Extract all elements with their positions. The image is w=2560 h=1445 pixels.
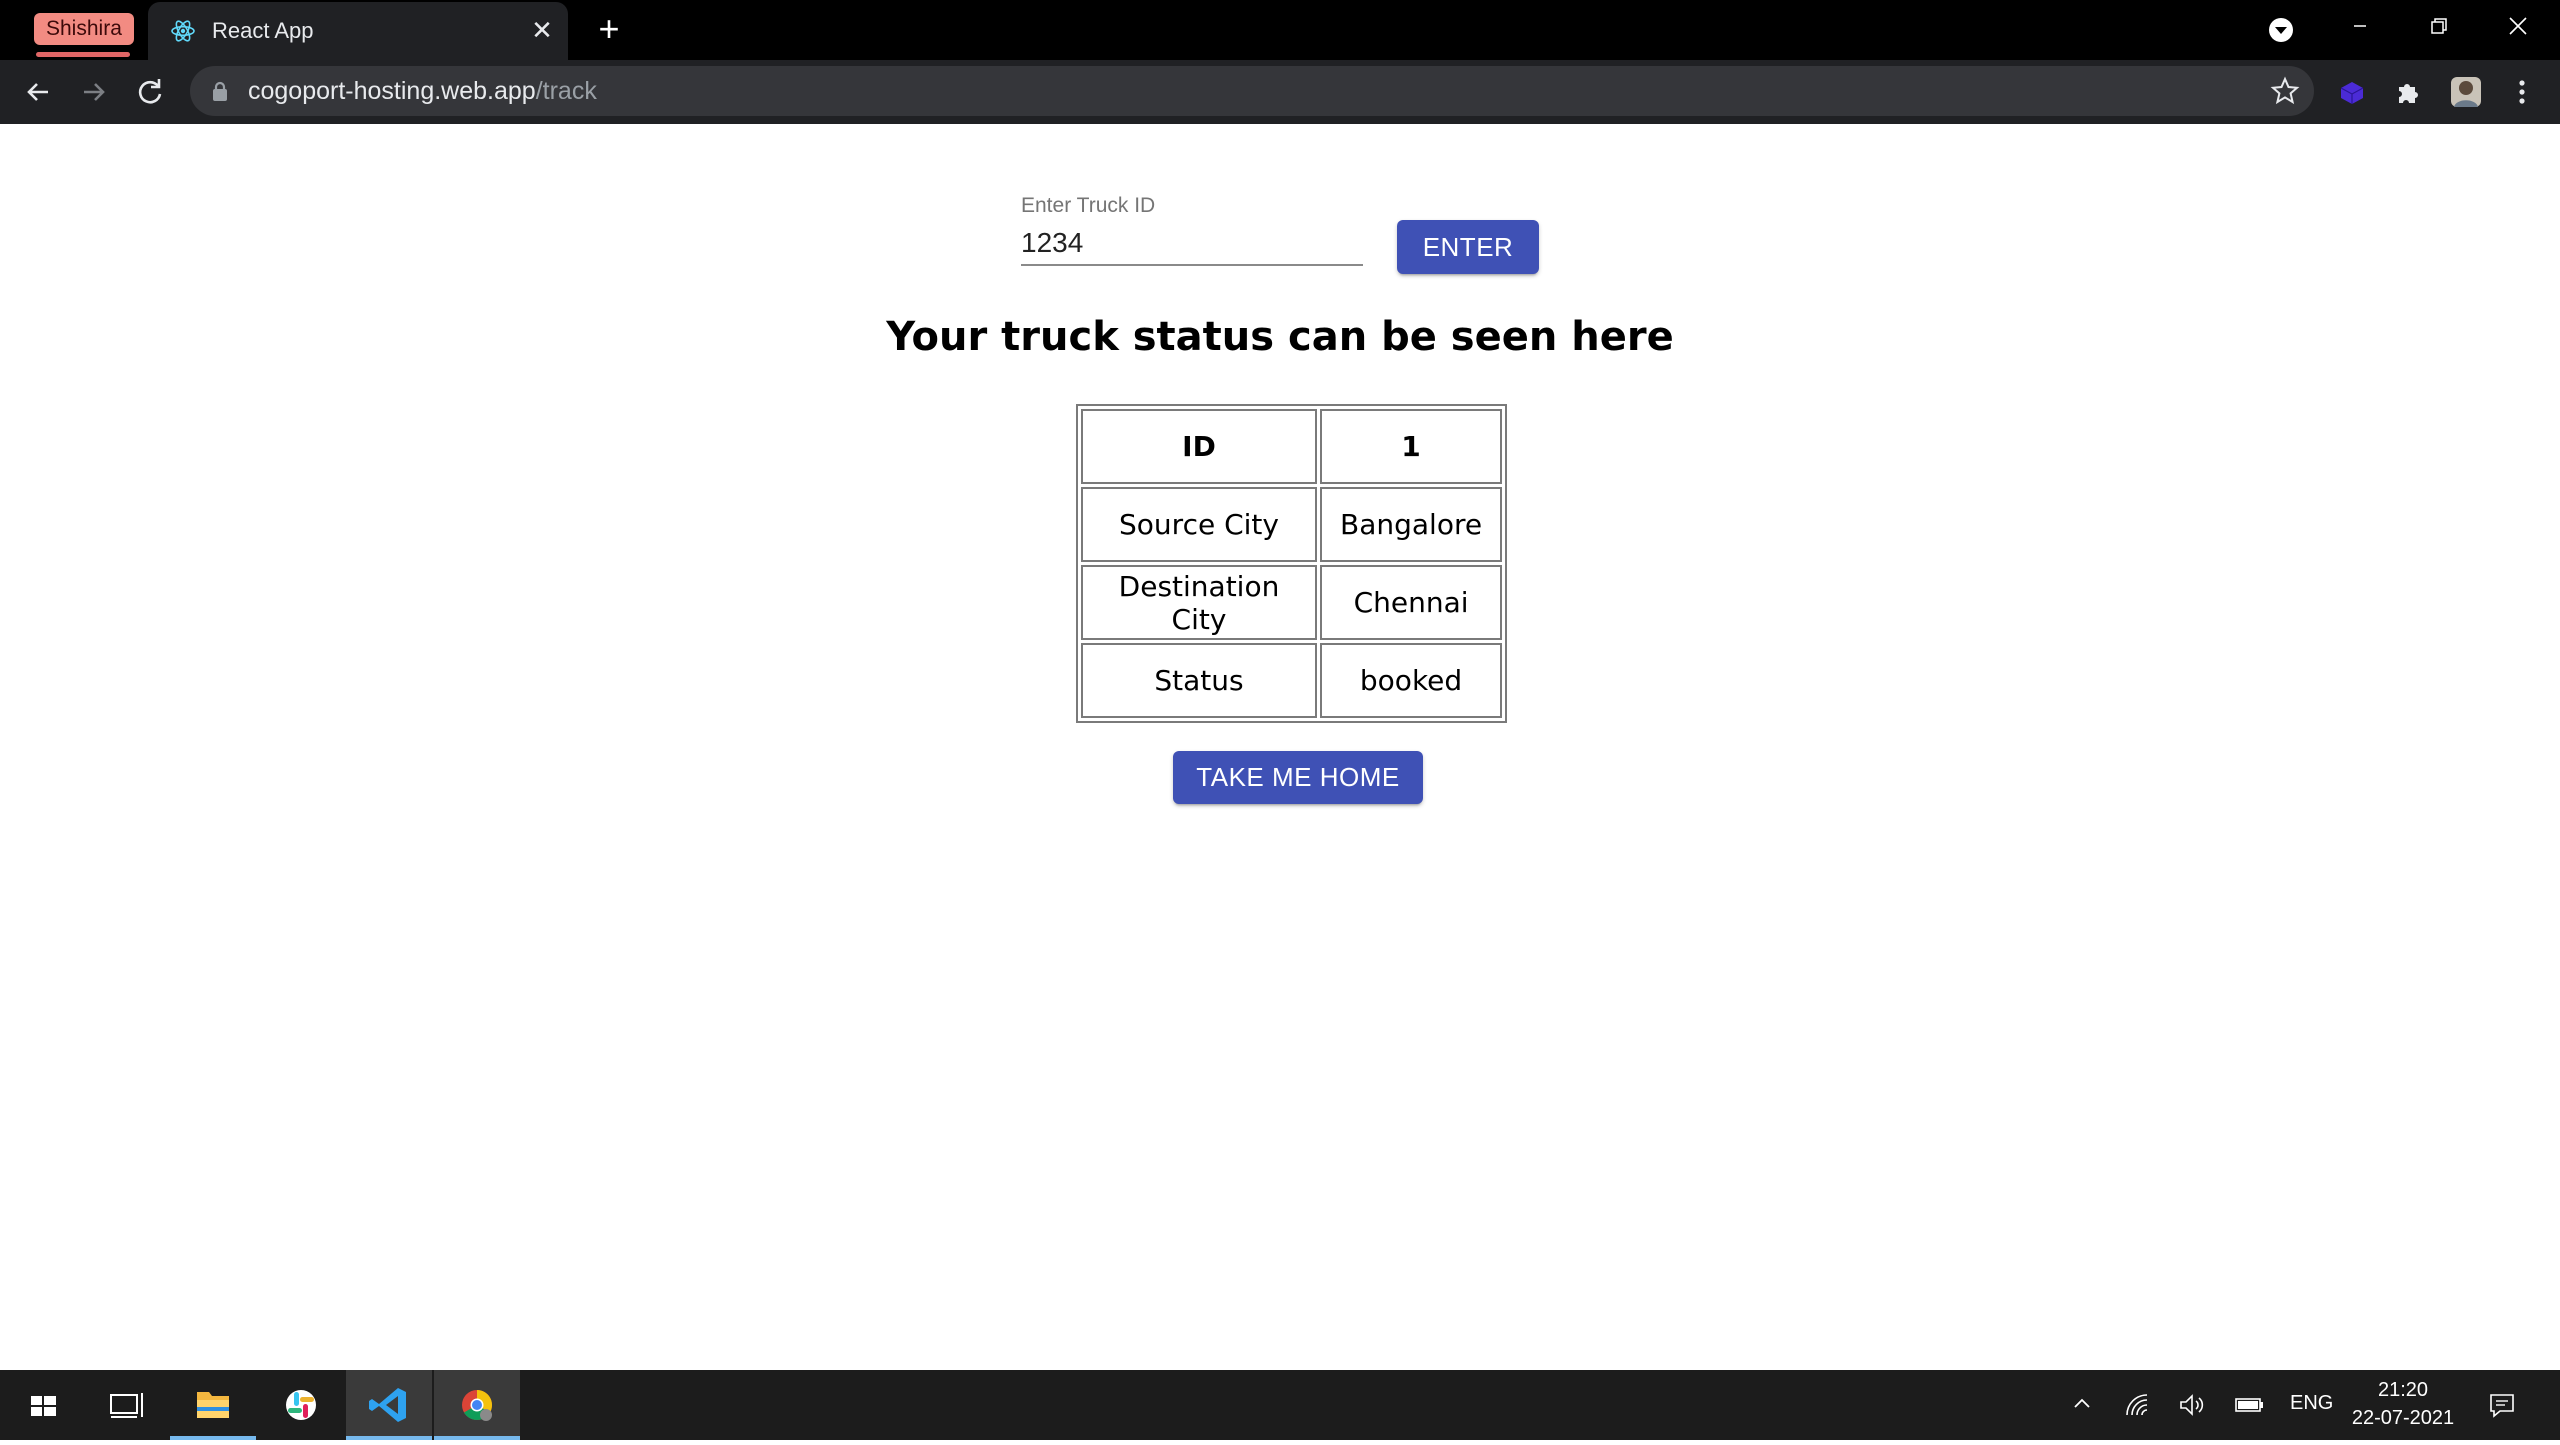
truck-status-table: ID 1 Source City Bangalore Destination C…: [1076, 404, 1508, 723]
truck-id-input[interactable]: [1021, 222, 1363, 266]
table-row: ID 1: [1081, 409, 1503, 484]
truck-id-label: Enter Truck ID: [1021, 194, 1156, 217]
minimize-icon[interactable]: [2330, 6, 2390, 46]
show-hidden-icons-chevron-icon[interactable]: [2070, 1392, 2094, 1416]
url-text[interactable]: cogoport-hosting.web.app/track: [248, 77, 597, 106]
page-content: Enter Truck ID ENTER Your truck status c…: [0, 124, 2560, 1370]
url-path: /track: [535, 77, 597, 105]
clock-date: 22-07-2021: [2351, 1407, 2455, 1429]
volume-icon[interactable]: [2178, 1392, 2206, 1418]
vscode-icon: [369, 1388, 406, 1422]
react-logo-icon: [171, 20, 195, 42]
table-row: Destination City Chennai: [1081, 565, 1503, 640]
url-host: cogoport-hosting.web.app: [248, 77, 536, 105]
clock-time: 21:20: [2377, 1379, 2429, 1401]
browser-titlebar: Shishira React App ✕ +: [0, 0, 2560, 60]
lock-icon[interactable]: [210, 80, 230, 102]
table-row: Source City Bangalore: [1081, 487, 1503, 562]
chrome-icon: [462, 1390, 493, 1421]
running-indicator: [434, 1436, 520, 1440]
tab-title: React App: [212, 18, 314, 43]
notifications-icon[interactable]: [2488, 1392, 2516, 1418]
windows-start-icon[interactable]: [0, 1370, 86, 1440]
profile-chip-underline: [36, 52, 130, 57]
slack-icon[interactable]: [258, 1370, 344, 1440]
tab-close-icon[interactable]: ✕: [526, 14, 558, 46]
chrome-taskbar-button[interactable]: [434, 1370, 520, 1440]
new-tab-button[interactable]: +: [590, 10, 628, 48]
task-view-icon[interactable]: [82, 1370, 168, 1440]
table-cell-field: Destination City: [1081, 565, 1317, 640]
tab-search-icon[interactable]: [2266, 15, 2296, 45]
battery-icon[interactable]: [2234, 1392, 2264, 1418]
table-cell-value: Bangalore: [1320, 487, 1503, 562]
file-explorer-icon: [197, 1392, 229, 1418]
profile-chip[interactable]: Shishira: [34, 13, 134, 45]
running-indicator: [170, 1436, 256, 1440]
table-cell-field: Status: [1081, 643, 1317, 718]
extensions-puzzle-icon[interactable]: [2390, 74, 2426, 110]
table-cell-value: 1: [1320, 409, 1503, 484]
table-row: Status booked: [1081, 643, 1503, 718]
table-cell-value: booked: [1320, 643, 1503, 718]
back-arrow-icon[interactable]: [20, 74, 56, 110]
restore-icon[interactable]: [2408, 6, 2468, 46]
file-explorer-taskbar-button[interactable]: [170, 1370, 256, 1440]
vscode-taskbar-button[interactable]: [346, 1370, 432, 1440]
taskbar-clock[interactable]: 21:20 22-07-2021: [2348, 1376, 2458, 1432]
bookmark-star-icon[interactable]: [2270, 76, 2300, 106]
address-bar[interactable]: cogoport-hosting.web.app/track: [190, 66, 2314, 116]
extension-cube-icon[interactable]: [2334, 74, 2370, 110]
browser-toolbar: cogoport-hosting.web.app/track: [0, 60, 2560, 124]
profile-avatar-icon[interactable]: [2448, 74, 2484, 110]
table-cell-value: Chennai: [1320, 565, 1503, 640]
running-indicator: [346, 1436, 432, 1440]
close-window-icon[interactable]: [2488, 6, 2548, 46]
forward-arrow-icon[interactable]: [76, 74, 112, 110]
wifi-icon[interactable]: [2124, 1392, 2150, 1418]
table-cell-field: Source City: [1081, 487, 1317, 562]
windows-taskbar: ENG 21:20 22-07-2021: [0, 1370, 2560, 1440]
enter-button[interactable]: ENTER: [1397, 220, 1539, 274]
language-indicator[interactable]: ENG: [2290, 1392, 2333, 1415]
browser-tab-active[interactable]: React App ✕: [148, 2, 568, 60]
take-me-home-button[interactable]: TAKE ME HOME: [1173, 751, 1423, 804]
reload-icon[interactable]: [132, 74, 168, 110]
page-title: Your truck status can be seen here: [886, 314, 1674, 360]
table-cell-field: ID: [1081, 409, 1317, 484]
menu-kebab-icon[interactable]: [2504, 74, 2540, 110]
